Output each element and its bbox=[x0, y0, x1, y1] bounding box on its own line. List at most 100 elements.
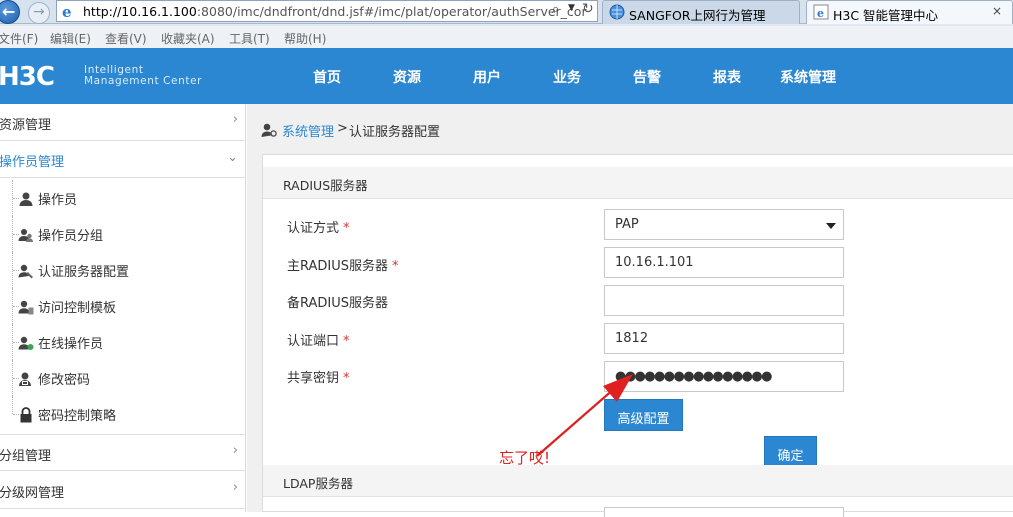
sidebar-item-label: 在线操作员 bbox=[38, 337, 104, 352]
app-header: H3C Intelligent Management Center 首页 资源 … bbox=[0, 48, 1013, 104]
required-mark: * bbox=[343, 334, 350, 349]
logo-tagline-line2: Management Center bbox=[84, 75, 203, 87]
sidebar-item-label: 认证服务器配置 bbox=[38, 265, 130, 280]
radius-section-title: RADIUS服务器 bbox=[283, 178, 368, 193]
sidebar-item-operator-group[interactable]: 操作员分组 bbox=[0, 216, 246, 252]
required-mark: * bbox=[343, 221, 350, 236]
auth-method-label: 认证方式 * bbox=[287, 217, 350, 236]
user-group-icon bbox=[18, 229, 33, 242]
auth-server-icon bbox=[18, 264, 33, 279]
chevron-right-icon: › bbox=[232, 480, 238, 495]
access-template-icon bbox=[18, 300, 34, 315]
nav-report[interactable]: 报表 bbox=[713, 67, 741, 87]
menu-tools[interactable]: 工具(T) bbox=[229, 30, 270, 47]
change-password-icon bbox=[19, 372, 31, 386]
sidebar-item-password-policy[interactable]: 密码控制策略 bbox=[0, 396, 246, 432]
search-icon[interactable]: ⌕ bbox=[552, 2, 559, 17]
primary-server-input[interactable]: 10.16.1.101 bbox=[604, 247, 844, 278]
sidebar-item-auth-server[interactable]: 认证服务器配置 bbox=[0, 252, 246, 288]
sidebar-item-change-password[interactable]: 修改密码 bbox=[0, 360, 246, 396]
address-url[interactable]: http://10.16.1.100:8080/imc/dndfront/dnd… bbox=[83, 4, 587, 19]
tab-label: H3C 智能管理中心 bbox=[833, 8, 939, 23]
ok-button-label: 确定 bbox=[777, 449, 804, 464]
browser-tab-h3c[interactable]: e H3C 智能管理中心 × bbox=[806, 0, 1013, 24]
shared-key-label: 共享密钥 * bbox=[287, 367, 350, 386]
dropdown-icon[interactable]: ▼ bbox=[568, 3, 575, 13]
browser-chrome: ← → e http://10.16.1.100:8080/imc/dndfro… bbox=[0, 0, 1013, 48]
menu-bar: 文件(F) 编辑(E) 查看(V) 收藏夹(A) 工具(T) 帮助(H) bbox=[0, 26, 1013, 48]
sidebar-item-label: 访问控制模板 bbox=[38, 301, 117, 316]
sidebar-group-label: 分级网管理 bbox=[0, 486, 65, 501]
menu-edit[interactable]: 编辑(E) bbox=[50, 30, 91, 47]
primary-server-label: 主RADIUS服务器 * bbox=[287, 255, 399, 274]
sidebar-group-group-mgmt[interactable]: 分组管理 › bbox=[0, 434, 246, 471]
auth-port-value: 1812 bbox=[615, 331, 649, 346]
sidebar-item-label: 密码控制策略 bbox=[38, 409, 117, 424]
menu-view[interactable]: 查看(V) bbox=[105, 30, 147, 47]
menu-favorites[interactable]: 收藏夹(A) bbox=[161, 30, 215, 47]
radius-section-header: RADIUS服务器 bbox=[263, 167, 1013, 199]
tab-label: SANGFOR上网行为管理 bbox=[629, 8, 766, 23]
chevron-down-icon: ⌄ bbox=[227, 150, 238, 165]
auth-method-label-text: 认证方式 bbox=[287, 221, 340, 236]
sidebar: 资源管理 › 操作员管理 ⌄ 操作员 操作员分组 认证服务器配置 访问控制模板 … bbox=[0, 104, 246, 512]
auth-port-input[interactable]: 1812 bbox=[604, 323, 844, 354]
nav-alarm[interactable]: 告警 bbox=[633, 67, 661, 87]
close-icon[interactable]: × bbox=[992, 4, 1002, 18]
forward-button[interactable]: → bbox=[28, 2, 50, 24]
sidebar-item-operator[interactable]: 操作员 bbox=[0, 180, 246, 216]
ie-page-icon: e bbox=[813, 4, 829, 20]
main-content: 系统管理 > 认证服务器配置 RADIUS服务器 认证方式 * PAP 主RADI… bbox=[247, 104, 1013, 517]
nav-user[interactable]: 用户 bbox=[473, 67, 501, 87]
primary-server-label-text: 主RADIUS服务器 bbox=[287, 259, 389, 274]
nav-system[interactable]: 系统管理 bbox=[780, 67, 836, 87]
required-mark: * bbox=[392, 259, 399, 274]
ldap-first-input[interactable] bbox=[604, 507, 844, 517]
nav-resource[interactable]: 资源 bbox=[393, 67, 421, 87]
chevron-right-icon: › bbox=[232, 443, 238, 458]
backup-server-input[interactable] bbox=[604, 285, 844, 316]
h3c-logo: H3C bbox=[0, 62, 55, 92]
back-arrow-icon: ← bbox=[2, 2, 16, 21]
browser-tab-sangfor[interactable]: SANGFOR上网行为管理 bbox=[602, 0, 800, 24]
sidebar-item-label: 操作员分组 bbox=[38, 229, 104, 244]
online-user-icon bbox=[18, 336, 34, 350]
breadcrumb-link-system[interactable]: 系统管理 bbox=[282, 121, 334, 140]
system-user-icon bbox=[261, 123, 277, 137]
sidebar-group-operator[interactable]: 操作员管理 ⌄ bbox=[0, 141, 246, 178]
refresh-icon[interactable]: ↻ bbox=[582, 1, 594, 17]
auth-method-value: PAP bbox=[615, 217, 639, 232]
primary-server-value: 10.16.1.101 bbox=[615, 255, 694, 270]
ldap-section-title: LDAP服务器 bbox=[283, 476, 353, 491]
address-bar[interactable]: e http://10.16.1.100:8080/imc/dndfront/d… bbox=[56, 0, 598, 22]
shared-key-label-text: 共享密钥 bbox=[287, 371, 340, 386]
sidebar-item-label: 修改密码 bbox=[38, 373, 91, 388]
chevron-down-icon bbox=[826, 223, 836, 229]
auth-method-select[interactable]: PAP bbox=[604, 209, 844, 240]
annotation-text: 忘了哎! bbox=[499, 449, 551, 467]
nav-home[interactable]: 首页 bbox=[313, 67, 341, 87]
sidebar-group-label: 分组管理 bbox=[0, 449, 52, 464]
sidebar-group-resource[interactable]: 资源管理 › bbox=[0, 104, 246, 141]
sidebar-item-online-operator[interactable]: 在线操作员 bbox=[0, 324, 246, 360]
backup-server-label: 备RADIUS服务器 bbox=[287, 296, 389, 311]
sidebar-group-hierarchy[interactable]: 分级网管理 › bbox=[0, 472, 246, 509]
ok-button[interactable]: 确定 bbox=[764, 436, 817, 468]
chevron-right-icon: › bbox=[232, 112, 238, 127]
sidebar-group-label: 资源管理 bbox=[0, 118, 52, 133]
sidebar-group-label: 操作员管理 bbox=[0, 155, 65, 170]
globe-icon bbox=[609, 4, 625, 20]
ldap-section-header: LDAP服务器 bbox=[263, 465, 1013, 497]
nav-service[interactable]: 业务 bbox=[553, 67, 581, 87]
menu-file[interactable]: 文件(F) bbox=[0, 30, 38, 47]
url-host: http://10.16.1.100 bbox=[83, 4, 197, 19]
logo-tagline: Intelligent Management Center bbox=[84, 65, 202, 87]
forward-arrow-icon: → bbox=[33, 4, 45, 20]
lock-icon bbox=[20, 407, 32, 423]
breadcrumb-separator: > bbox=[337, 121, 348, 136]
config-panel: RADIUS服务器 认证方式 * PAP 主RADIUS服务器 * 10.16.1.… bbox=[262, 154, 1013, 517]
sidebar-item-access-template[interactable]: 访问控制模板 bbox=[0, 288, 246, 324]
breadcrumb-current: 认证服务器配置 bbox=[349, 125, 441, 140]
auth-port-label-text: 认证端口 bbox=[287, 334, 340, 349]
menu-help[interactable]: 帮助(H) bbox=[284, 30, 326, 47]
